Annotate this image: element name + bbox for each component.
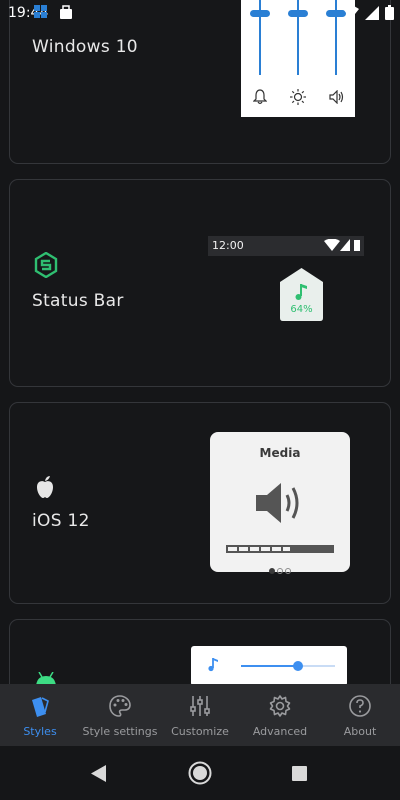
help-icon (349, 695, 371, 717)
nav-advanced[interactable]: Advanced (240, 684, 320, 746)
music-note-icon (295, 284, 307, 300)
ios-preview-title: Media (259, 446, 301, 460)
volume-icon (329, 90, 344, 104)
home-icon[interactable] (188, 761, 212, 785)
preview-status-icons (324, 239, 360, 251)
nav-label: Styles (23, 725, 57, 738)
apple-icon (37, 476, 53, 498)
battery-icon (385, 5, 394, 20)
nav-label: Customize (171, 725, 229, 738)
style-card-status-bar[interactable]: Status Bar (9, 179, 391, 387)
page-dot (277, 568, 283, 574)
back-icon[interactable] (91, 765, 107, 782)
status-left-icons (34, 3, 74, 27)
palette-icon (109, 695, 131, 717)
wifi-icon (343, 5, 359, 19)
page-indicator (210, 559, 350, 578)
page-dot (285, 568, 291, 574)
card-title: Status Bar (32, 291, 124, 311)
android-slider-fill (241, 665, 297, 667)
sliders-icon (190, 696, 210, 716)
preview-time: 12:00 (212, 239, 244, 252)
nav-label: About (343, 725, 377, 738)
styles-icon (32, 697, 49, 717)
status-bar: 19:44 (0, 0, 400, 28)
nav-styles[interactable]: Styles (0, 684, 80, 746)
brightness-icon (290, 89, 306, 105)
card-title: Windows 10 (32, 37, 138, 57)
status-bar-logo-icon (34, 252, 58, 278)
recents-icon[interactable] (292, 766, 307, 781)
bell-icon (253, 89, 267, 105)
card-title: iOS 12 (32, 511, 90, 531)
nav-customize[interactable]: Customize (160, 684, 240, 746)
android-slider-thumb (293, 661, 303, 671)
briefcase-icon (60, 5, 72, 19)
nav-label: Style settings (82, 725, 158, 738)
nav-style-settings[interactable]: Style settings (80, 684, 160, 746)
nav-label: Advanced (252, 725, 308, 738)
ios-volume-preview: Media (210, 432, 350, 574)
status-bar-preview: 12:00 (208, 236, 364, 256)
nav-about[interactable]: About (320, 684, 400, 746)
bottom-navigation: Styles Style settings Customize Advanced (0, 684, 400, 746)
notification-icon (34, 5, 47, 18)
speaker-icon (256, 483, 299, 523)
ios-volume-bar (226, 545, 334, 553)
volume-percent: 64% (290, 304, 313, 315)
gear-icon (269, 695, 291, 717)
signal-icon (365, 5, 379, 20)
page-dot (269, 568, 275, 574)
system-navigation-bar (0, 746, 400, 800)
android-volume-preview (191, 646, 347, 686)
volume-bubble-preview: 64% (280, 268, 323, 321)
music-note-icon (208, 658, 218, 672)
